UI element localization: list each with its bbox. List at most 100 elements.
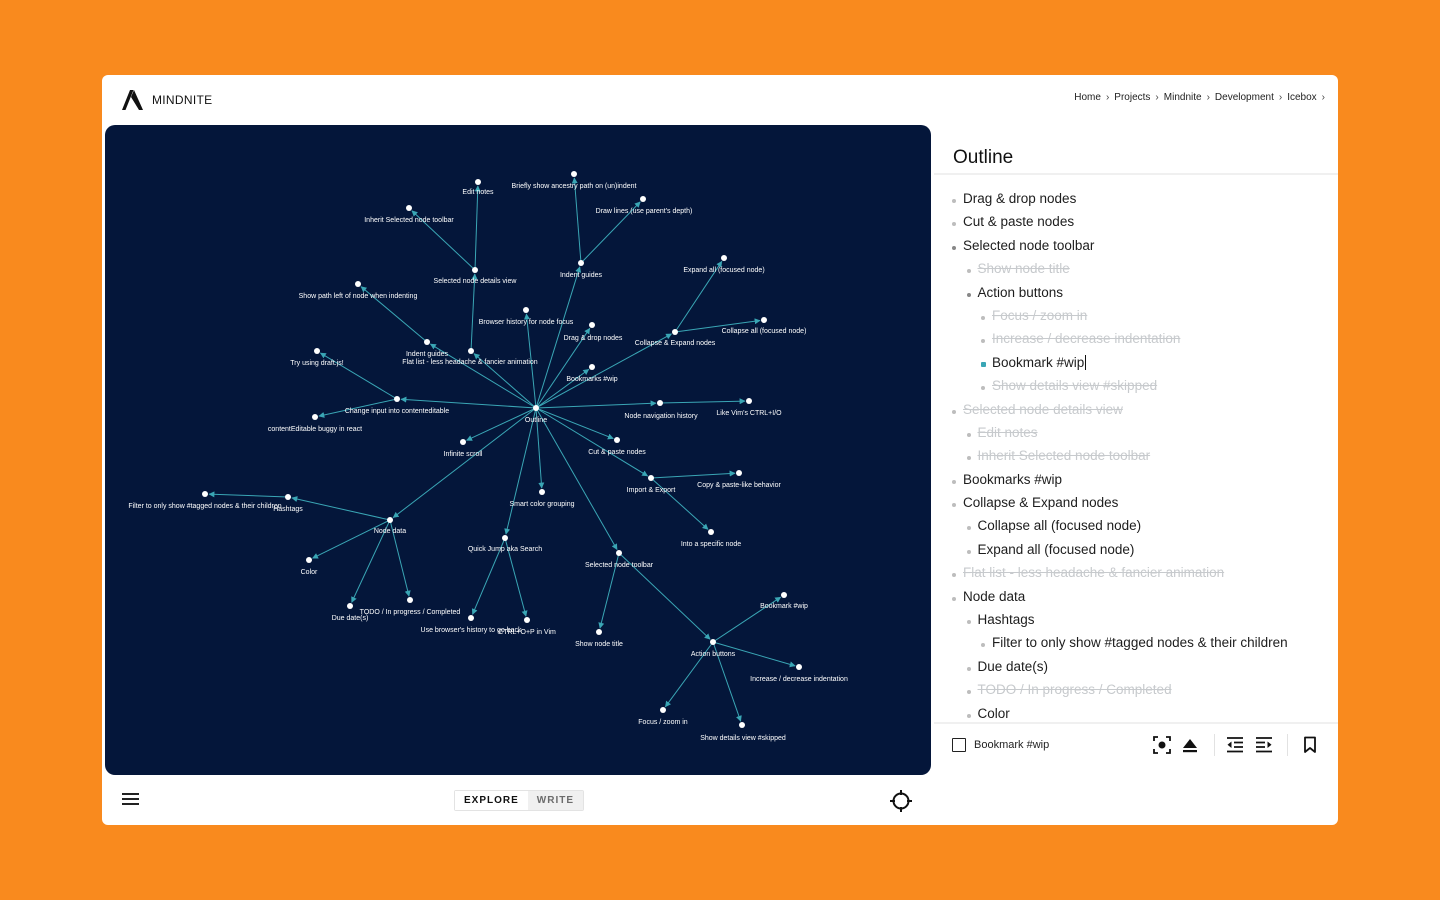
graph-node-label[interactable]: Filter to only show #tagged nodes & thei…: [128, 503, 281, 510]
graph-node[interactable]: [533, 405, 539, 411]
graph-node-label[interactable]: Indent guides: [560, 272, 603, 279]
graph-node-label[interactable]: Selected node toolbar: [585, 562, 654, 569]
outline-item[interactable]: Cut & paste nodes: [934, 213, 1338, 236]
graph-node[interactable]: [739, 722, 745, 728]
bullet-icon[interactable]: [952, 573, 956, 578]
bullet-icon[interactable]: [952, 409, 956, 414]
bullet-icon[interactable]: [952, 199, 956, 203]
outline-item[interactable]: Flat list - less headache & fancier anim…: [934, 564, 1338, 587]
outline-item[interactable]: TODO / In progress / Completed: [934, 681, 1338, 704]
graph-node[interactable]: [524, 617, 530, 623]
graph-node[interactable]: [424, 339, 430, 345]
graph-node[interactable]: [306, 557, 312, 563]
outline-item[interactable]: Inherit Selected node toolbar: [934, 447, 1338, 470]
graph-node[interactable]: [781, 592, 787, 598]
bullet-icon[interactable]: [981, 643, 985, 648]
graph-node-label[interactable]: TODO / In progress / Completed: [360, 609, 461, 616]
outline-item-label[interactable]: Collapse all (focused node): [978, 517, 1142, 535]
outline-item[interactable]: Show details view #skipped: [934, 377, 1338, 400]
bullet-icon[interactable]: [981, 386, 985, 391]
bullet-icon[interactable]: [966, 456, 971, 461]
explore-mode-button[interactable]: EXPLORE: [455, 791, 528, 810]
graph-node[interactable]: [202, 491, 208, 497]
graph-node[interactable]: [472, 267, 478, 273]
graph-node-label[interactable]: Collapse & Expand nodes: [635, 340, 716, 347]
indent-icon[interactable]: [1255, 736, 1273, 759]
outdent-icon[interactable]: [1226, 736, 1244, 759]
breadcrumb-projects[interactable]: Projects: [1114, 92, 1150, 103]
graph-node[interactable]: [648, 475, 654, 481]
outline-item-label[interactable]: Expand all (focused node): [978, 541, 1135, 559]
breadcrumb-development[interactable]: Development: [1215, 92, 1274, 103]
outline-item[interactable]: Node data: [934, 588, 1338, 611]
bullet-icon[interactable]: [952, 222, 956, 227]
graph-node-label[interactable]: Flat list - less headache & fancier anim…: [402, 359, 538, 366]
graph-node-label[interactable]: Expand all (focused node): [683, 267, 764, 274]
outline-item[interactable]: Filter to only show #tagged nodes & thei…: [934, 634, 1338, 657]
graph-node-label[interactable]: Show node title: [575, 641, 623, 648]
graph-node-label[interactable]: Color: [301, 569, 318, 576]
crosshair-icon[interactable]: [890, 790, 912, 817]
graph-node-label[interactable]: Bookmark #wip: [760, 603, 808, 610]
graph-node[interactable]: [468, 348, 474, 354]
graph-node-label[interactable]: Collapse all (focused node): [722, 328, 807, 335]
graph-node[interactable]: [721, 255, 727, 261]
outline-item-label[interactable]: Cut & paste nodes: [963, 213, 1074, 231]
graph-node[interactable]: [578, 260, 584, 266]
graph-node[interactable]: [523, 307, 529, 313]
bullet-icon[interactable]: [966, 269, 971, 274]
outline-item[interactable]: Due date(s): [934, 658, 1338, 681]
graph-node-label[interactable]: Node data: [374, 528, 406, 535]
bullet-icon[interactable]: [966, 549, 971, 554]
bullet-icon[interactable]: [981, 315, 985, 320]
graph-node[interactable]: [407, 597, 413, 603]
graph-node[interactable]: [539, 489, 545, 495]
graph-node-label[interactable]: Infinite scroll: [444, 451, 483, 458]
hamburger-icon[interactable]: [122, 793, 140, 807]
outline-item-label[interactable]: Filter to only show #tagged nodes & thei…: [992, 634, 1288, 652]
logo[interactable]: MINDNITE: [122, 89, 212, 111]
complete-checkbox[interactable]: [952, 738, 966, 752]
outline-item-label[interactable]: Increase / decrease indentation: [992, 330, 1180, 348]
graph-node[interactable]: [761, 317, 767, 323]
graph-node[interactable]: [347, 603, 353, 609]
graph-node[interactable]: [589, 364, 595, 370]
bullet-icon[interactable]: [966, 432, 971, 437]
outline-item[interactable]: Selected node details view: [934, 401, 1338, 424]
outline-item-label[interactable]: Inherit Selected node toolbar: [978, 447, 1151, 465]
graph-node-label[interactable]: Show path left of node when indenting: [299, 293, 418, 300]
graph-node[interactable]: [657, 400, 663, 406]
graph-node-label[interactable]: Like Vim's CTRL+I/O: [716, 410, 782, 417]
graph-node[interactable]: [736, 470, 742, 476]
outline-item[interactable]: Show node title: [934, 260, 1338, 283]
graph-node-label[interactable]: Quick Jump aka Search: [468, 546, 542, 553]
outline-item-label[interactable]: Bookmarks #wip: [963, 471, 1062, 489]
graph-node-label[interactable]: Import & Export: [627, 487, 676, 494]
graph-node[interactable]: [746, 398, 752, 404]
focus-icon[interactable]: [1153, 736, 1171, 759]
outline-item[interactable]: Focus / zoom in: [934, 307, 1338, 330]
graph-node[interactable]: [502, 535, 508, 541]
outline-item[interactable]: Selected node toolbar: [934, 237, 1338, 260]
graph-node-label[interactable]: Bookmarks #wip: [566, 376, 617, 383]
graph-node-label[interactable]: Due date(s): [332, 615, 369, 622]
mind-map-graph[interactable]: Outline Edit notes Briefly show ancestry p…: [105, 125, 931, 775]
outline-item-label[interactable]: Show details view #skipped: [992, 377, 1157, 395]
graph-node[interactable]: [475, 179, 481, 185]
outline-item-label[interactable]: Due date(s): [978, 658, 1049, 676]
outline-item-label[interactable]: Drag & drop nodes: [963, 190, 1076, 208]
outline-item[interactable]: Collapse & Expand nodes: [934, 494, 1338, 517]
bullet-icon[interactable]: [966, 690, 971, 695]
graph-node[interactable]: [589, 322, 595, 328]
graph-node[interactable]: [312, 414, 318, 420]
outline-item[interactable]: Action buttons: [934, 284, 1338, 307]
graph-node-label[interactable]: Outline: [525, 417, 547, 424]
graph-node[interactable]: [285, 494, 291, 500]
graph-node-label[interactable]: Smart color grouping: [510, 501, 575, 508]
bullet-icon[interactable]: [966, 292, 971, 297]
bullet-icon[interactable]: [966, 620, 971, 625]
bullet-icon[interactable]: [952, 479, 956, 484]
graph-node[interactable]: [616, 550, 622, 556]
outline-item-label[interactable]: Selected node details view: [963, 401, 1123, 419]
graph-node-label[interactable]: contentEditable buggy in react: [268, 426, 362, 433]
